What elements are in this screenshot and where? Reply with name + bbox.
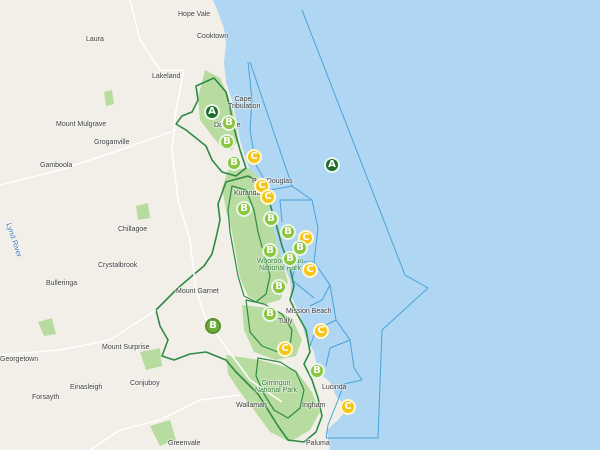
place-label-gamboola: Gamboola (40, 162, 73, 169)
map-marker-b[interactable]: B (282, 251, 298, 267)
map-canvas[interactable]: Hope Vale Laura Cooktown Lakeland Cape Tribu… (0, 0, 600, 450)
place-label-crystalbrook: Crystalbrook (98, 262, 138, 269)
map-marker-b[interactable]: B (226, 155, 242, 171)
place-label-tully: Tully (278, 318, 293, 325)
map-marker-b[interactable]: B (219, 134, 235, 150)
place-label-lucinda: Lucinda (322, 384, 347, 391)
map-marker-c[interactable]: C (277, 341, 293, 357)
place-label-conjuboy: Conjuboy (130, 380, 160, 387)
map-marker-b[interactable]: B (221, 115, 237, 131)
park-label-girringun: Girringun National Park (254, 380, 298, 394)
place-label-mount-surprise: Mount Surprise (102, 344, 150, 351)
park-label-wooroonooran: Wooroonooran National Park (256, 258, 304, 272)
map-marker-c[interactable]: C (246, 149, 262, 165)
place-label-cape-trib: Cape Tribulation (228, 96, 261, 110)
place-label-lakeland: Lakeland (152, 73, 181, 80)
map-marker-b[interactable]: B (263, 211, 279, 227)
place-label-forsayth: Forsayth (32, 394, 60, 401)
map-marker-b[interactable]: B (262, 243, 278, 259)
place-label-wallaman: Wallaman (236, 402, 267, 409)
map-marker-a[interactable]: A (324, 157, 340, 173)
map-marker-c[interactable]: C (313, 323, 329, 339)
map-marker-b[interactable]: B (271, 279, 287, 295)
place-label-ingham: Ingham (302, 402, 326, 409)
map-marker-b[interactable]: B (236, 201, 252, 217)
place-label-cooktown: Cooktown (197, 33, 229, 40)
place-label-mount-garnet: Mount Garnet (176, 288, 219, 295)
map-marker-b[interactable]: B (309, 363, 325, 379)
place-label-mount-mulgrave: Mount Mulgrave (56, 121, 107, 128)
place-label-chillagoe: Chillagoe (118, 226, 148, 233)
place-label-groganville: Groganville (94, 139, 130, 146)
place-label-mission-beach: Mission Beach (286, 308, 332, 315)
place-label-hope-vale: Hope Vale (178, 11, 211, 18)
map-marker-b[interactable]: B (262, 306, 278, 322)
place-label-paluma: Paluma (306, 440, 330, 447)
map-marker-a[interactable]: A (204, 104, 220, 120)
map-marker-c[interactable]: C (302, 262, 318, 278)
place-label-laura: Laura (86, 36, 104, 43)
map-marker-c[interactable]: C (260, 189, 276, 205)
place-label-georgetown: Georgetown (0, 356, 39, 363)
map-marker-b[interactable]: B (205, 318, 221, 334)
map-marker-c[interactable]: C (340, 399, 356, 415)
place-label-einasleigh: Einasleigh (70, 384, 103, 391)
map-marker-b[interactable]: B (280, 224, 296, 240)
place-label-bulleringa: Bulleringa (46, 280, 78, 287)
place-label-greenvale: Greenvale (168, 440, 201, 447)
